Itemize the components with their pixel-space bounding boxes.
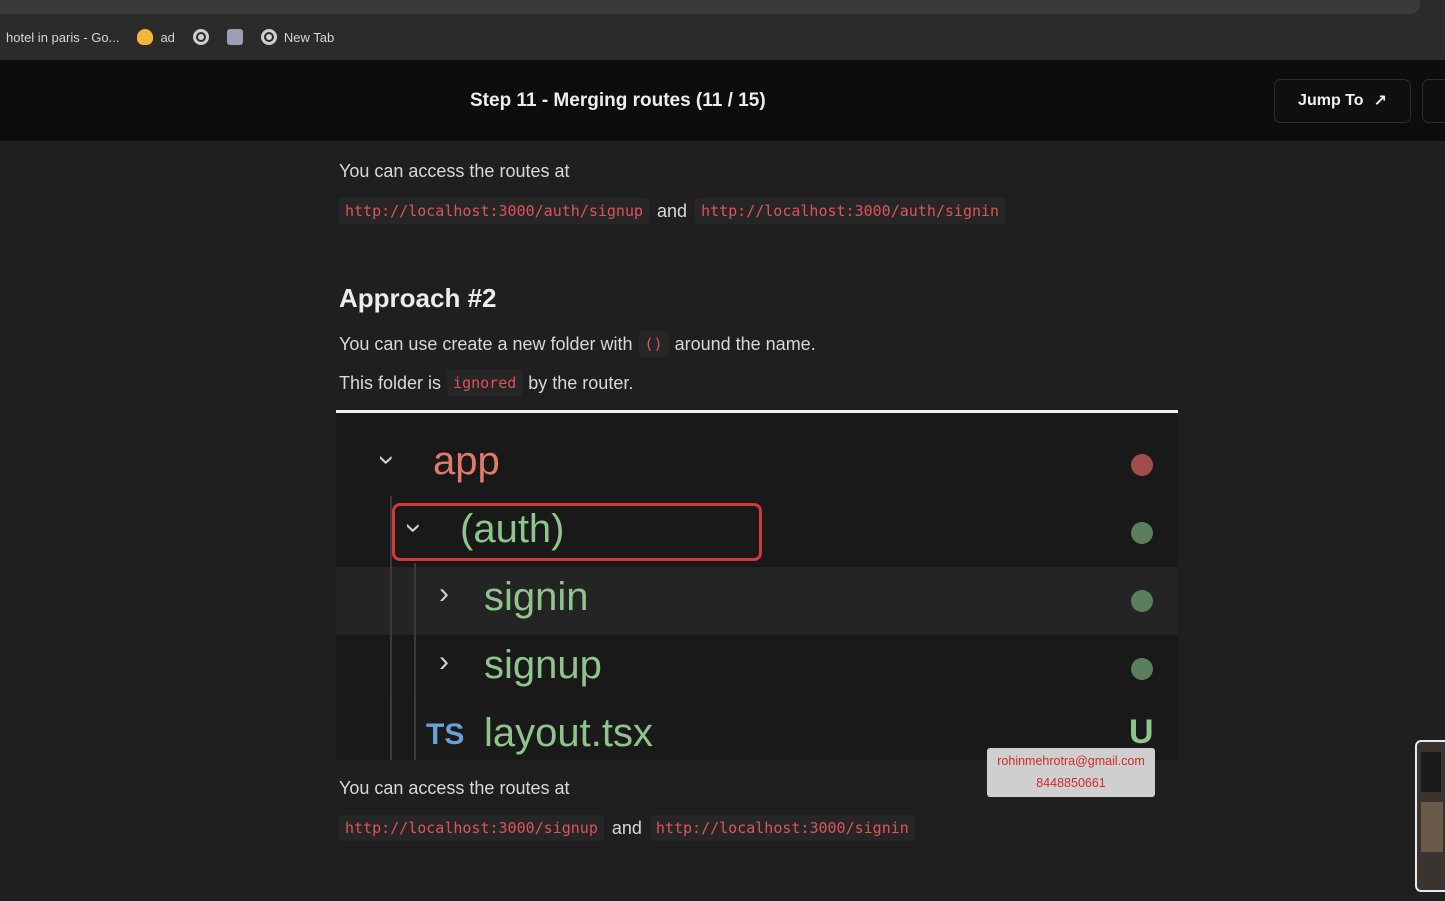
globe-icon [192, 29, 209, 45]
and-text: and [657, 200, 688, 221]
bookmark-label: hotel in paris - Go... [6, 29, 120, 45]
folder-signin-label: signin [484, 575, 589, 619]
folder-app-label: app [433, 439, 500, 483]
indent-guide [414, 563, 416, 760]
indent-guide [390, 496, 392, 760]
file-layout-label: layout.tsx [484, 711, 653, 755]
bookmarks-bar: hotel in paris - Go... ad New Tab [0, 14, 1445, 60]
folder-instruction: You can use create a new folder with () … [339, 331, 816, 357]
bookmark-label: New Tab [283, 29, 335, 45]
routes-line-1: http://localhost:3000/auth/signup and ht… [339, 198, 1006, 224]
globe-icon [260, 29, 277, 45]
bookmark-label: ad [160, 29, 175, 45]
next-button[interactable] [1422, 79, 1445, 123]
jump-to-button[interactable]: Jump To ↗ [1274, 79, 1411, 123]
untracked-badge: U [1129, 713, 1154, 751]
chevron-down-icon: › [371, 455, 404, 465]
bookmark-hotel-paris[interactable]: hotel in paris - Go... [6, 30, 119, 45]
gear-icon [226, 29, 243, 45]
routes-line-2: http://localhost:3000/signup and http://… [339, 815, 915, 841]
tree-row-signup: › signup [336, 635, 1178, 703]
outro-text: You can access the routes at [339, 778, 570, 798]
address-bar-strip [0, 0, 1445, 14]
file-tree-image: › app › (auth) › signin › signup TS layo… [336, 410, 1178, 760]
status-dot [1131, 658, 1153, 680]
thumb-shape [1421, 802, 1443, 852]
watermark-phone: 8448850661 [1036, 776, 1106, 790]
page-title: Step 11 - Merging routes (11 / 15) [470, 90, 766, 111]
chevron-right-icon: › [439, 577, 449, 610]
status-dot [1131, 590, 1153, 612]
text: around the name. [674, 333, 816, 354]
auth-highlight-box [392, 503, 762, 561]
ignored-code: ignored [447, 370, 523, 396]
status-dot [1131, 454, 1153, 476]
text: You can use create a new folder with [339, 333, 633, 354]
flame-icon [137, 29, 154, 45]
folder-signup-label: signup [484, 643, 602, 687]
watermark: rohinmehrotra@gmail.com 8448850661 [987, 748, 1155, 797]
jump-to-label: Jump To [1298, 92, 1364, 109]
typescript-icon: TS [426, 718, 465, 751]
and-text: and [611, 817, 642, 838]
watermark-email: rohinmehrotra@gmail.com [997, 754, 1145, 768]
route-signin-code: http://localhost:3000/auth/signin [695, 198, 1006, 224]
text: by the router. [528, 372, 634, 393]
bookmark-new-tab[interactable]: New Tab [260, 29, 335, 45]
tree-row-app: › app [336, 431, 1178, 499]
page-header: Step 11 - Merging routes (11 / 15) Jump … [0, 60, 1445, 142]
tree-row-signin: › signin [336, 567, 1178, 635]
bookmark-gear[interactable] [226, 29, 243, 45]
status-dot [1131, 522, 1153, 544]
address-bar[interactable] [0, 0, 1420, 14]
bookmark-globe[interactable] [192, 29, 209, 45]
route-signup-code: http://localhost:3000/auth/signup [339, 198, 650, 224]
video-thumbnail[interactable] [1415, 740, 1445, 892]
thumb-shape [1421, 752, 1441, 792]
route-signup-code: http://localhost:3000/signup [339, 815, 604, 841]
route-signin-code: http://localhost:3000/signin [649, 815, 915, 841]
parens-code: () [638, 331, 669, 357]
intro-text: You can access the routes at [339, 161, 570, 181]
bookmark-ad[interactable]: ad [137, 29, 175, 45]
ignored-note: This folder is ignored by the router. [339, 370, 633, 396]
chevron-right-icon: › [439, 645, 449, 678]
arrow-up-right-icon: ↗ [1373, 93, 1387, 110]
section-heading: Approach #2 [339, 283, 497, 313]
text: This folder is [339, 372, 442, 393]
